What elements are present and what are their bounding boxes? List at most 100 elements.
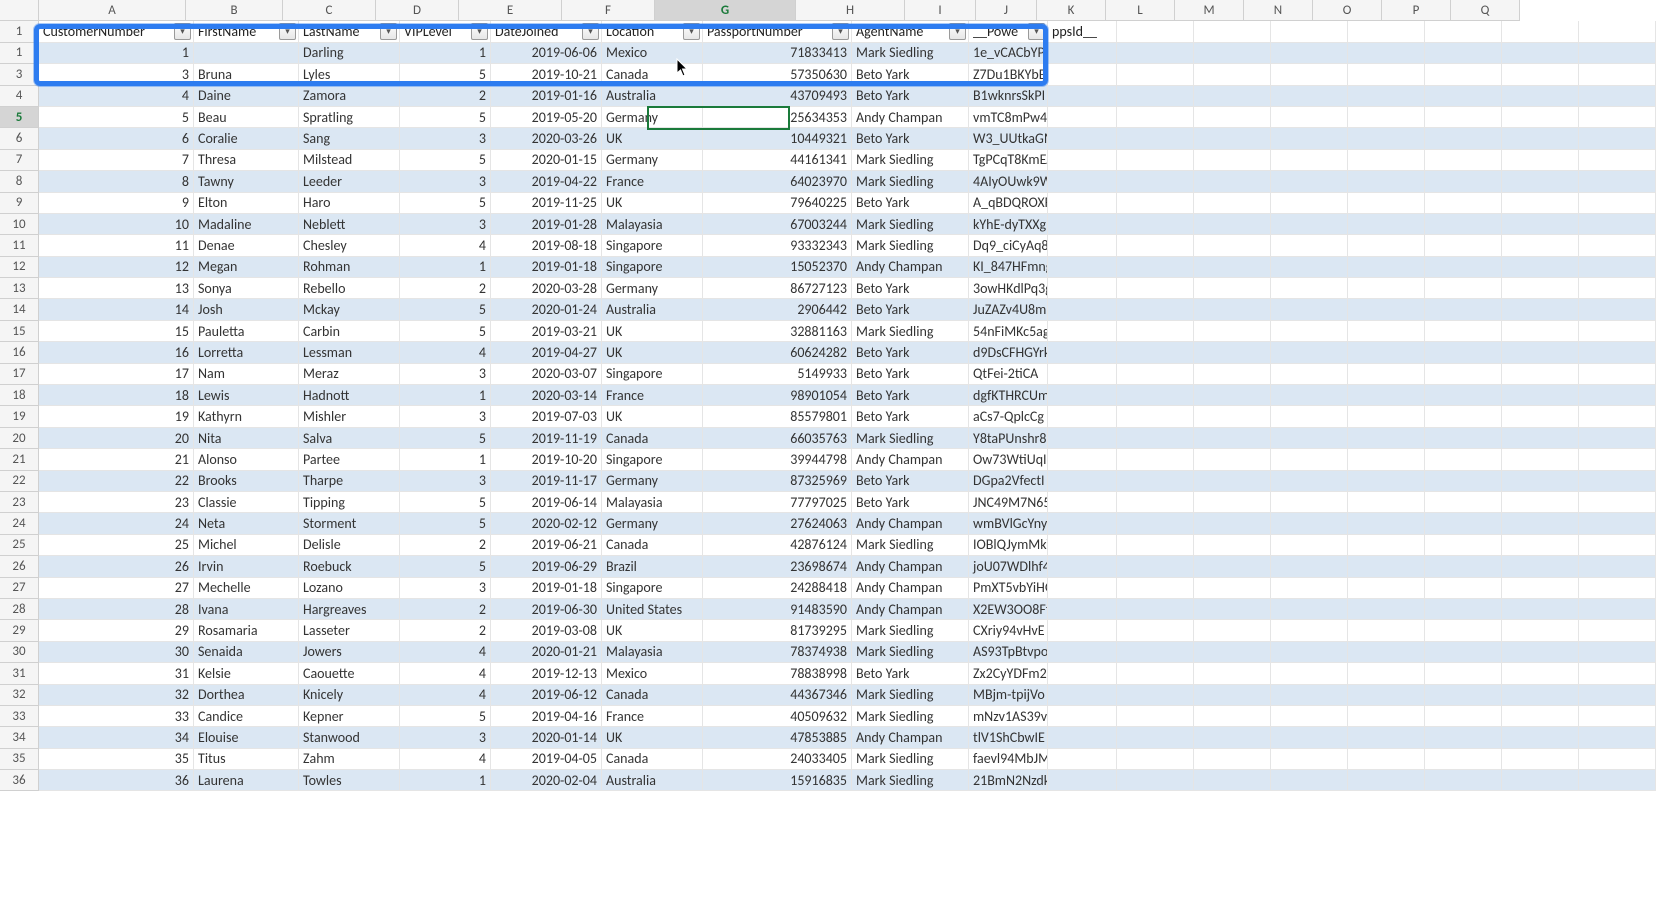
cell[interactable]: 4 (39, 86, 194, 107)
cell[interactable]: vmTC8mPw4Jg (969, 107, 1048, 128)
cell[interactable] (1348, 449, 1425, 470)
cell[interactable] (1271, 620, 1348, 641)
cell[interactable] (1425, 428, 1502, 449)
row-header[interactable]: 27 (0, 578, 39, 599)
cell[interactable]: wmBVlGcYnyY (969, 513, 1048, 534)
cell[interactable]: 3 (400, 128, 491, 149)
cell[interactable]: Zx2CyYDFm2E (969, 663, 1048, 684)
cell[interactable]: Beto Yark (852, 193, 969, 214)
row-header[interactable]: 7 (0, 150, 39, 171)
cell[interactable]: Andy Champan (852, 449, 969, 470)
cell[interactable] (1048, 321, 1117, 342)
table-header-cell[interactable] (1348, 21, 1425, 42)
column-header-H[interactable]: H (796, 0, 905, 21)
cell[interactable]: Canada (602, 535, 703, 556)
cell[interactable] (1117, 535, 1194, 556)
cell[interactable]: 1 (400, 43, 491, 64)
cell[interactable] (1117, 471, 1194, 492)
cell[interactable] (1579, 492, 1656, 513)
cell[interactable]: Mckay (299, 299, 400, 320)
cell[interactable] (1502, 128, 1579, 149)
cell[interactable] (1194, 492, 1271, 513)
cell[interactable] (1348, 342, 1425, 363)
cell[interactable] (1194, 171, 1271, 192)
cell[interactable]: Rebello (299, 278, 400, 299)
cell[interactable] (1425, 620, 1502, 641)
cell[interactable]: 2019-01-16 (491, 86, 602, 107)
cell[interactable]: 2 (400, 620, 491, 641)
cell[interactable] (1117, 257, 1194, 278)
cell[interactable] (1425, 642, 1502, 663)
cell[interactable]: Beto Yark (852, 128, 969, 149)
cell[interactable] (1048, 171, 1117, 192)
cell[interactable] (1579, 578, 1656, 599)
table-header-cell[interactable] (1194, 21, 1271, 42)
cell[interactable]: Alonso (194, 449, 299, 470)
cell[interactable] (1271, 492, 1348, 513)
cell[interactable]: 24288418 (703, 578, 852, 599)
cell[interactable]: Mark Siedling (852, 620, 969, 641)
cell[interactable] (1502, 171, 1579, 192)
cell[interactable]: 19 (39, 406, 194, 427)
cell[interactable]: Sang (299, 128, 400, 149)
cell[interactable]: 81739295 (703, 620, 852, 641)
cell[interactable]: AS93TpBtvpo (969, 642, 1048, 663)
cell[interactable]: Tawny (194, 171, 299, 192)
cell[interactable]: Meraz (299, 364, 400, 385)
cell[interactable] (1579, 727, 1656, 748)
cell[interactable]: 6 (39, 128, 194, 149)
cell[interactable]: 2020-02-04 (491, 770, 602, 791)
cell[interactable] (1502, 556, 1579, 577)
cell[interactable]: Singapore (602, 235, 703, 256)
row-header[interactable]: 6 (0, 128, 39, 149)
cell[interactable] (1425, 150, 1502, 171)
cell[interactable]: 2020-02-12 (491, 513, 602, 534)
cell[interactable]: 2020-01-15 (491, 150, 602, 171)
table-header-cell[interactable]: PassportNumber▾ (703, 21, 852, 42)
column-header-G[interactable]: G (655, 0, 796, 21)
cell[interactable] (1194, 513, 1271, 534)
cell[interactable] (1579, 43, 1656, 64)
cell[interactable] (1048, 556, 1117, 577)
spreadsheet-viewport[interactable]: ABCDEFGHIJKLMNOPQ1CustomerNumber▾FirstNa… (0, 0, 1680, 899)
cell[interactable] (1048, 364, 1117, 385)
cell[interactable] (1194, 278, 1271, 299)
cell[interactable] (1271, 257, 1348, 278)
cell[interactable] (1579, 107, 1656, 128)
cell[interactable]: 5 (400, 193, 491, 214)
cell[interactable] (1194, 150, 1271, 171)
cell[interactable]: UK (602, 321, 703, 342)
cell[interactable] (1271, 150, 1348, 171)
cell[interactable] (1271, 599, 1348, 620)
select-all-corner[interactable] (0, 0, 39, 21)
cell[interactable]: 15052370 (703, 257, 852, 278)
table-header-cell[interactable]: LastName▾ (299, 21, 400, 42)
cell[interactable] (1271, 406, 1348, 427)
cell[interactable] (1348, 86, 1425, 107)
cell[interactable] (1048, 685, 1117, 706)
cell[interactable]: Neta (194, 513, 299, 534)
cell[interactable]: tlV1ShCbwIE (969, 727, 1048, 748)
cell[interactable]: Coralie (194, 128, 299, 149)
cell[interactable]: Australia (602, 299, 703, 320)
cell[interactable]: Singapore (602, 578, 703, 599)
cell[interactable]: 23 (39, 492, 194, 513)
cell[interactable]: Beto Yark (852, 492, 969, 513)
filter-dropdown-icon[interactable]: ▾ (380, 23, 397, 40)
cell[interactable]: aCs7-QplcCg (969, 406, 1048, 427)
cell[interactable] (1579, 513, 1656, 534)
cell[interactable] (1348, 257, 1425, 278)
cell[interactable]: 8 (39, 171, 194, 192)
cell[interactable] (1579, 64, 1656, 85)
cell[interactable] (1502, 193, 1579, 214)
cell[interactable] (1425, 749, 1502, 770)
cell[interactable] (1117, 492, 1194, 513)
cell[interactable]: B1wknrsSkPI (969, 86, 1048, 107)
cell[interactable]: Mishler (299, 406, 400, 427)
cell[interactable]: 2019-05-20 (491, 107, 602, 128)
cell[interactable] (1502, 321, 1579, 342)
cell[interactable] (1579, 556, 1656, 577)
cell[interactable] (1048, 107, 1117, 128)
cell[interactable] (1271, 321, 1348, 342)
cell[interactable]: Andy Champan (852, 727, 969, 748)
